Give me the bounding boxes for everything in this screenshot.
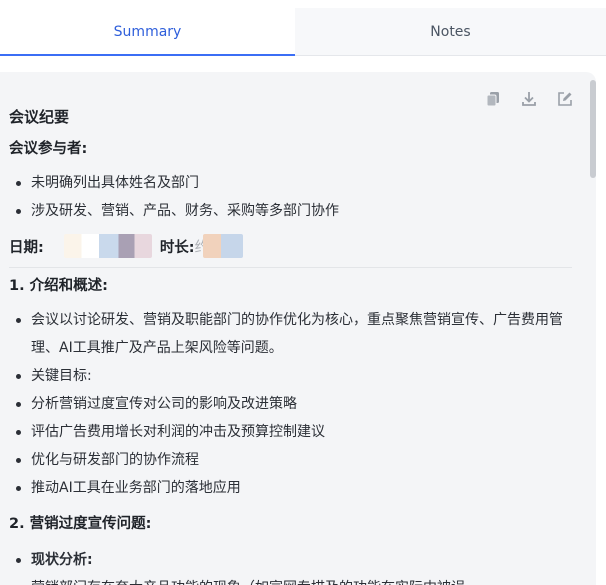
- list-item-cut: 营销部门存在夸大产品功能的现象（如宣网专描及的功能在实际中被误: [9, 574, 584, 585]
- section-2-heading: 2. 营销过度宣传问题:: [9, 516, 152, 532]
- list-item: 推动AI工具在业务部门的落地应用: [9, 474, 584, 502]
- participants-list: 未明确列出具体姓名及部门 涉及研发、营销、产品、财务、采购等多部门协作: [9, 169, 584, 225]
- list-item: 未明确列出具体姓名及部门: [9, 169, 584, 197]
- document-title: 会议纪要: [9, 108, 70, 126]
- section-1-heading: 1. 介绍和概述:: [9, 278, 108, 294]
- section-2-list: 现状分析: 营销部门存在夸大产品功能的现象（如宣网专描及的功能在实际中被误: [9, 546, 584, 585]
- scrollbar[interactable]: [590, 80, 596, 178]
- section-1-list: 会议以讨论研发、营销及职能部门的协作优化为核心，重点聚焦营销宣传、广告费用管理、…: [9, 306, 584, 502]
- list-item: 涉及研发、营销、产品、财务、采购等多部门协作: [9, 197, 584, 225]
- tab-notes[interactable]: Notes: [295, 8, 606, 55]
- summary-panel: 会议纪要 会议参与者: 未明确列出具体姓名及部门 涉及研发、营销、产品、财务、采…: [0, 72, 596, 585]
- list-item: 会议以讨论研发、营销及职能部门的协作优化为核心，重点聚焦营销宣传、广告费用管理、…: [9, 306, 584, 362]
- list-item: 关键目标:: [9, 362, 584, 390]
- list-item: 分析营销过度宣传对公司的影响及改进策略: [9, 390, 584, 418]
- duration-label: 时长:: [159, 239, 195, 256]
- participants-heading: 会议参与者:: [9, 141, 88, 157]
- list-item: 现状分析:: [9, 546, 584, 574]
- redacted-duration: [202, 234, 243, 258]
- date-duration-row: 日期: 时长: 约: [9, 231, 584, 261]
- document-content: 会议纪要 会议参与者: 未明确列出具体姓名及部门 涉及研发、营销、产品、财务、采…: [9, 105, 584, 585]
- tab-summary[interactable]: Summary: [0, 8, 295, 56]
- list-item: 评估广告费用增长对利润的冲击及预算控制建议: [9, 418, 584, 446]
- list-item: 优化与研发部门的协作流程: [9, 446, 584, 474]
- tab-bar: Summary Notes: [0, 8, 606, 56]
- duration-partial: 约: [194, 239, 210, 256]
- date-label: 日期:: [9, 239, 44, 256]
- redacted-date: [63, 234, 152, 258]
- top-gap: [0, 0, 606, 8]
